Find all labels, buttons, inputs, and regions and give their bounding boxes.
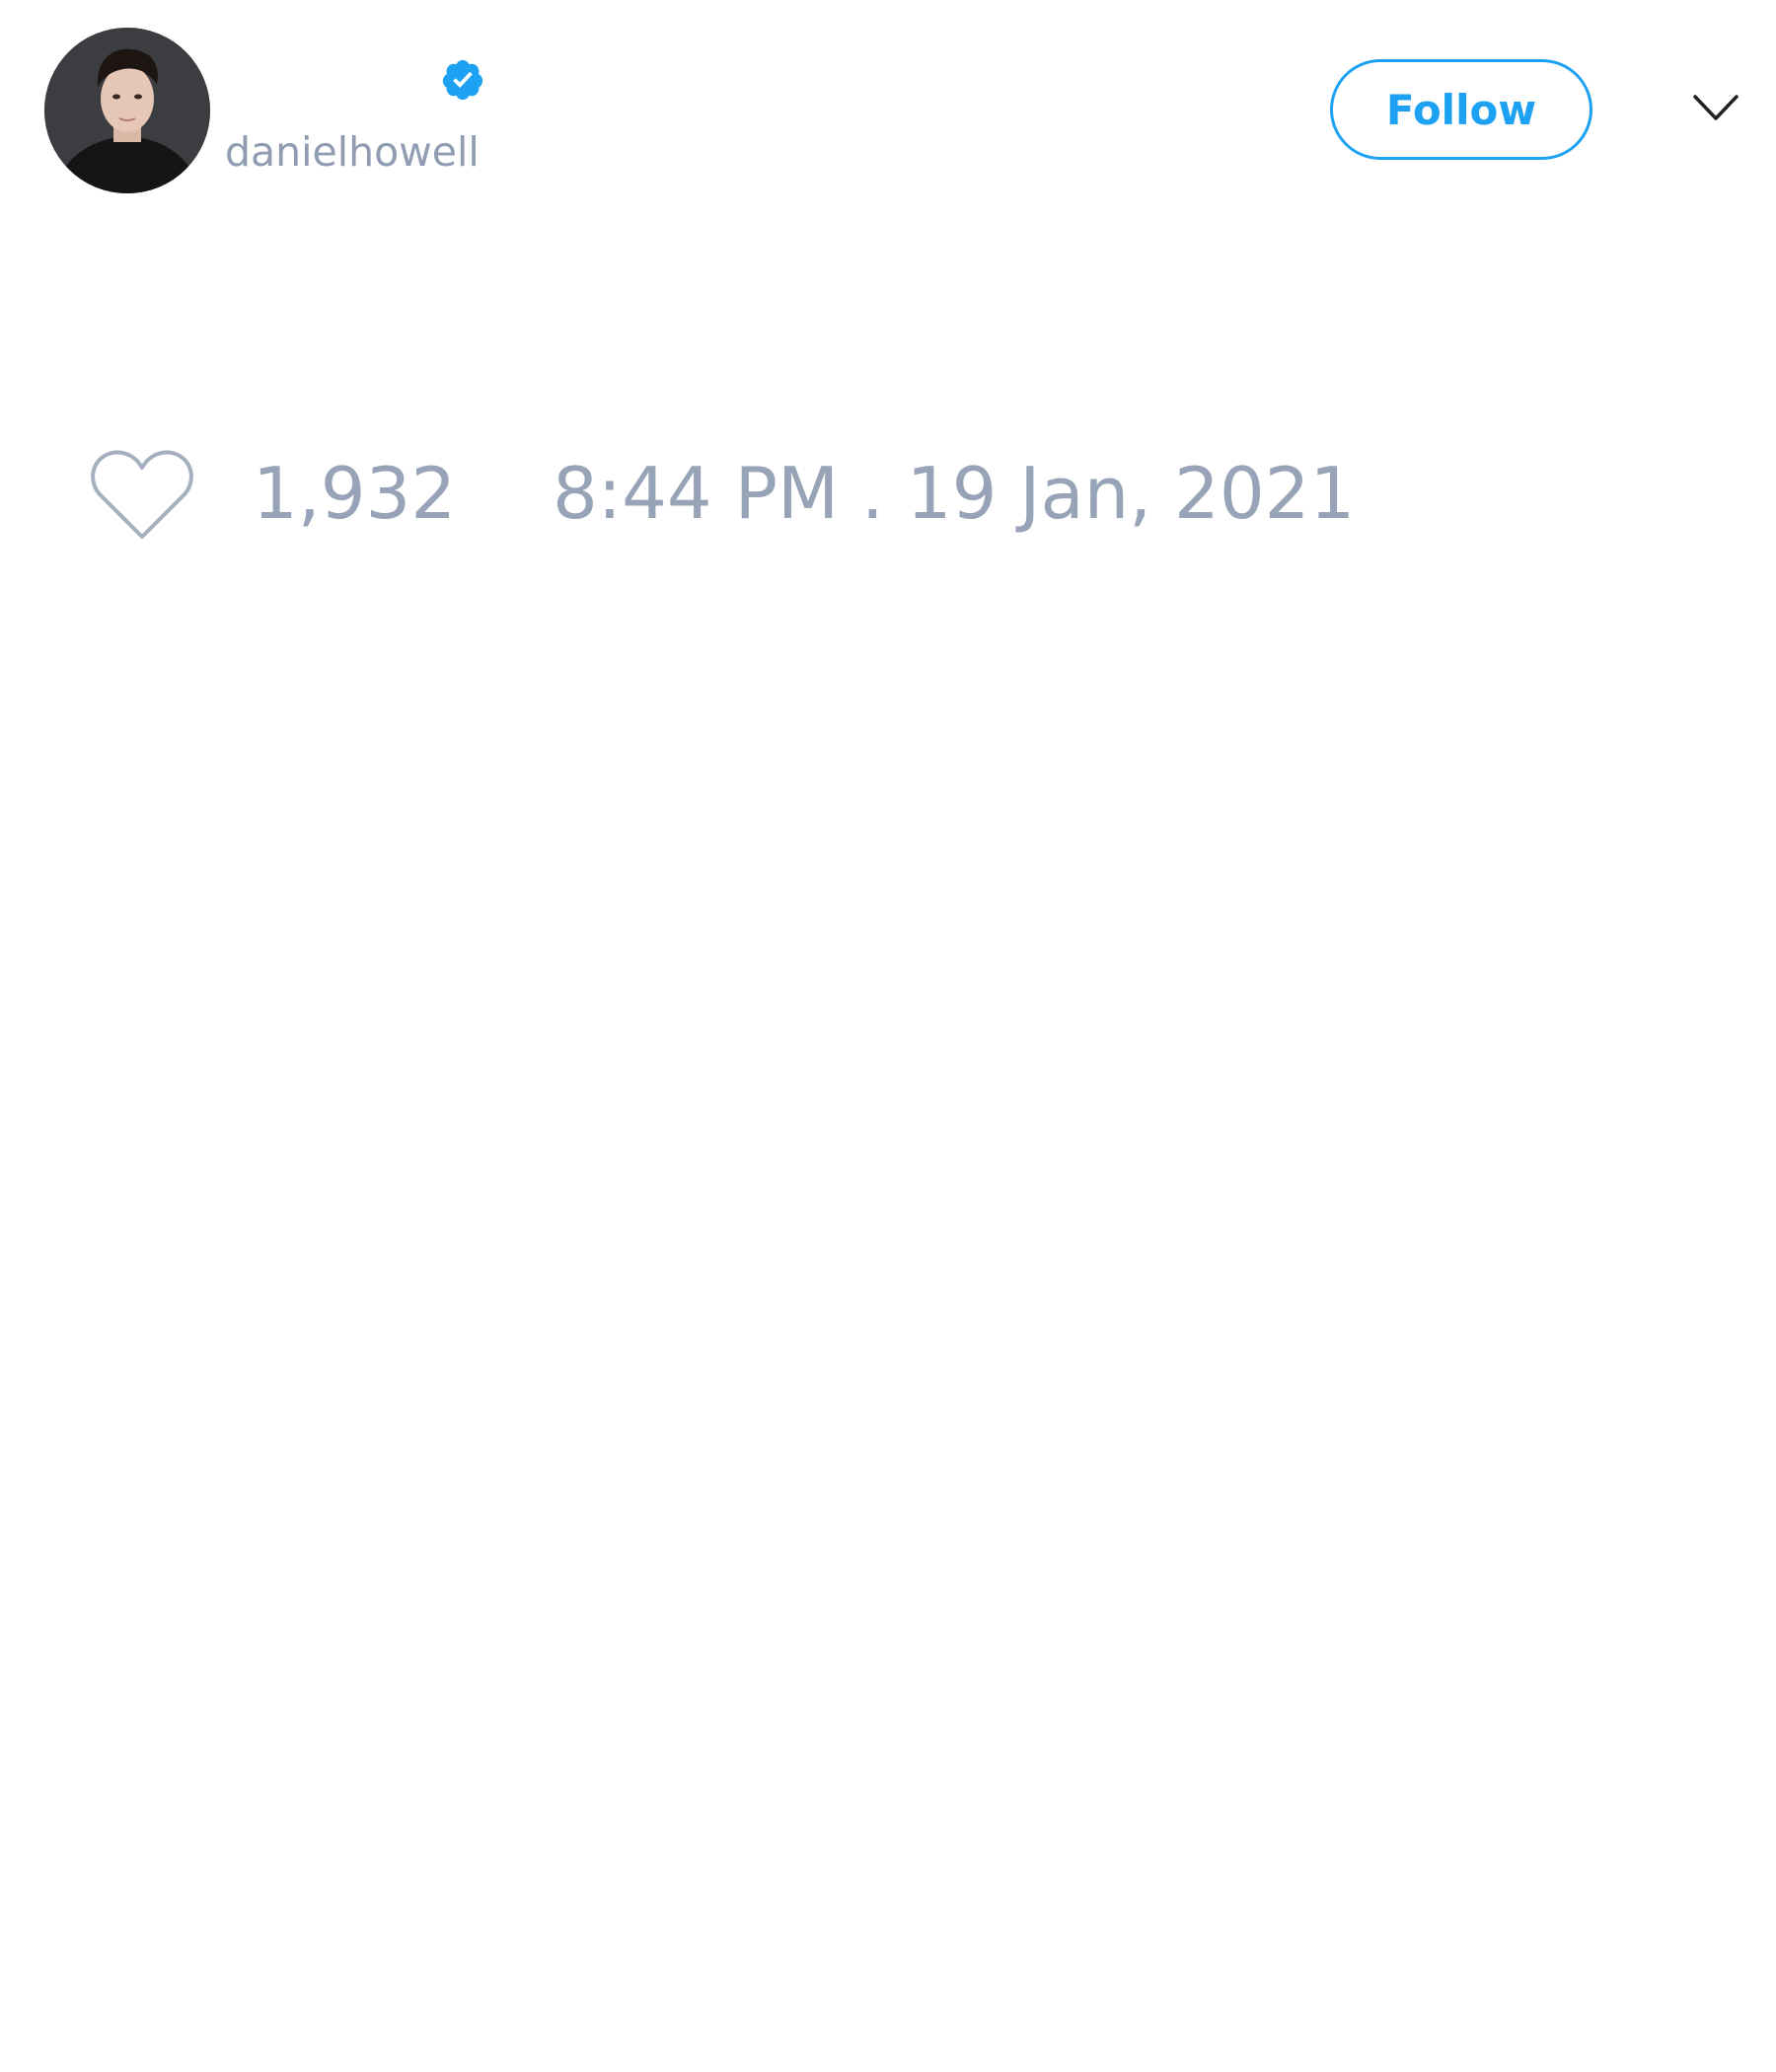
avatar[interactable] — [44, 28, 210, 193]
author-username[interactable]: danielhowell — [225, 126, 480, 178]
chevron-down-icon[interactable] — [1691, 91, 1740, 124]
like-count[interactable]: 1,932 — [253, 449, 456, 538]
tweet-timestamp[interactable]: 8:44 PM . 19 Jan, 2021 — [553, 449, 1355, 538]
heart-outline-icon[interactable] — [89, 448, 195, 543]
follow-button[interactable]: Follow — [1330, 59, 1592, 160]
tweet-card: danielhowell Follow 1,932 8:44 PM . 19 J… — [0, 0, 1776, 2072]
avatar-photo — [44, 28, 210, 193]
verified-badge-icon — [442, 59, 483, 101]
